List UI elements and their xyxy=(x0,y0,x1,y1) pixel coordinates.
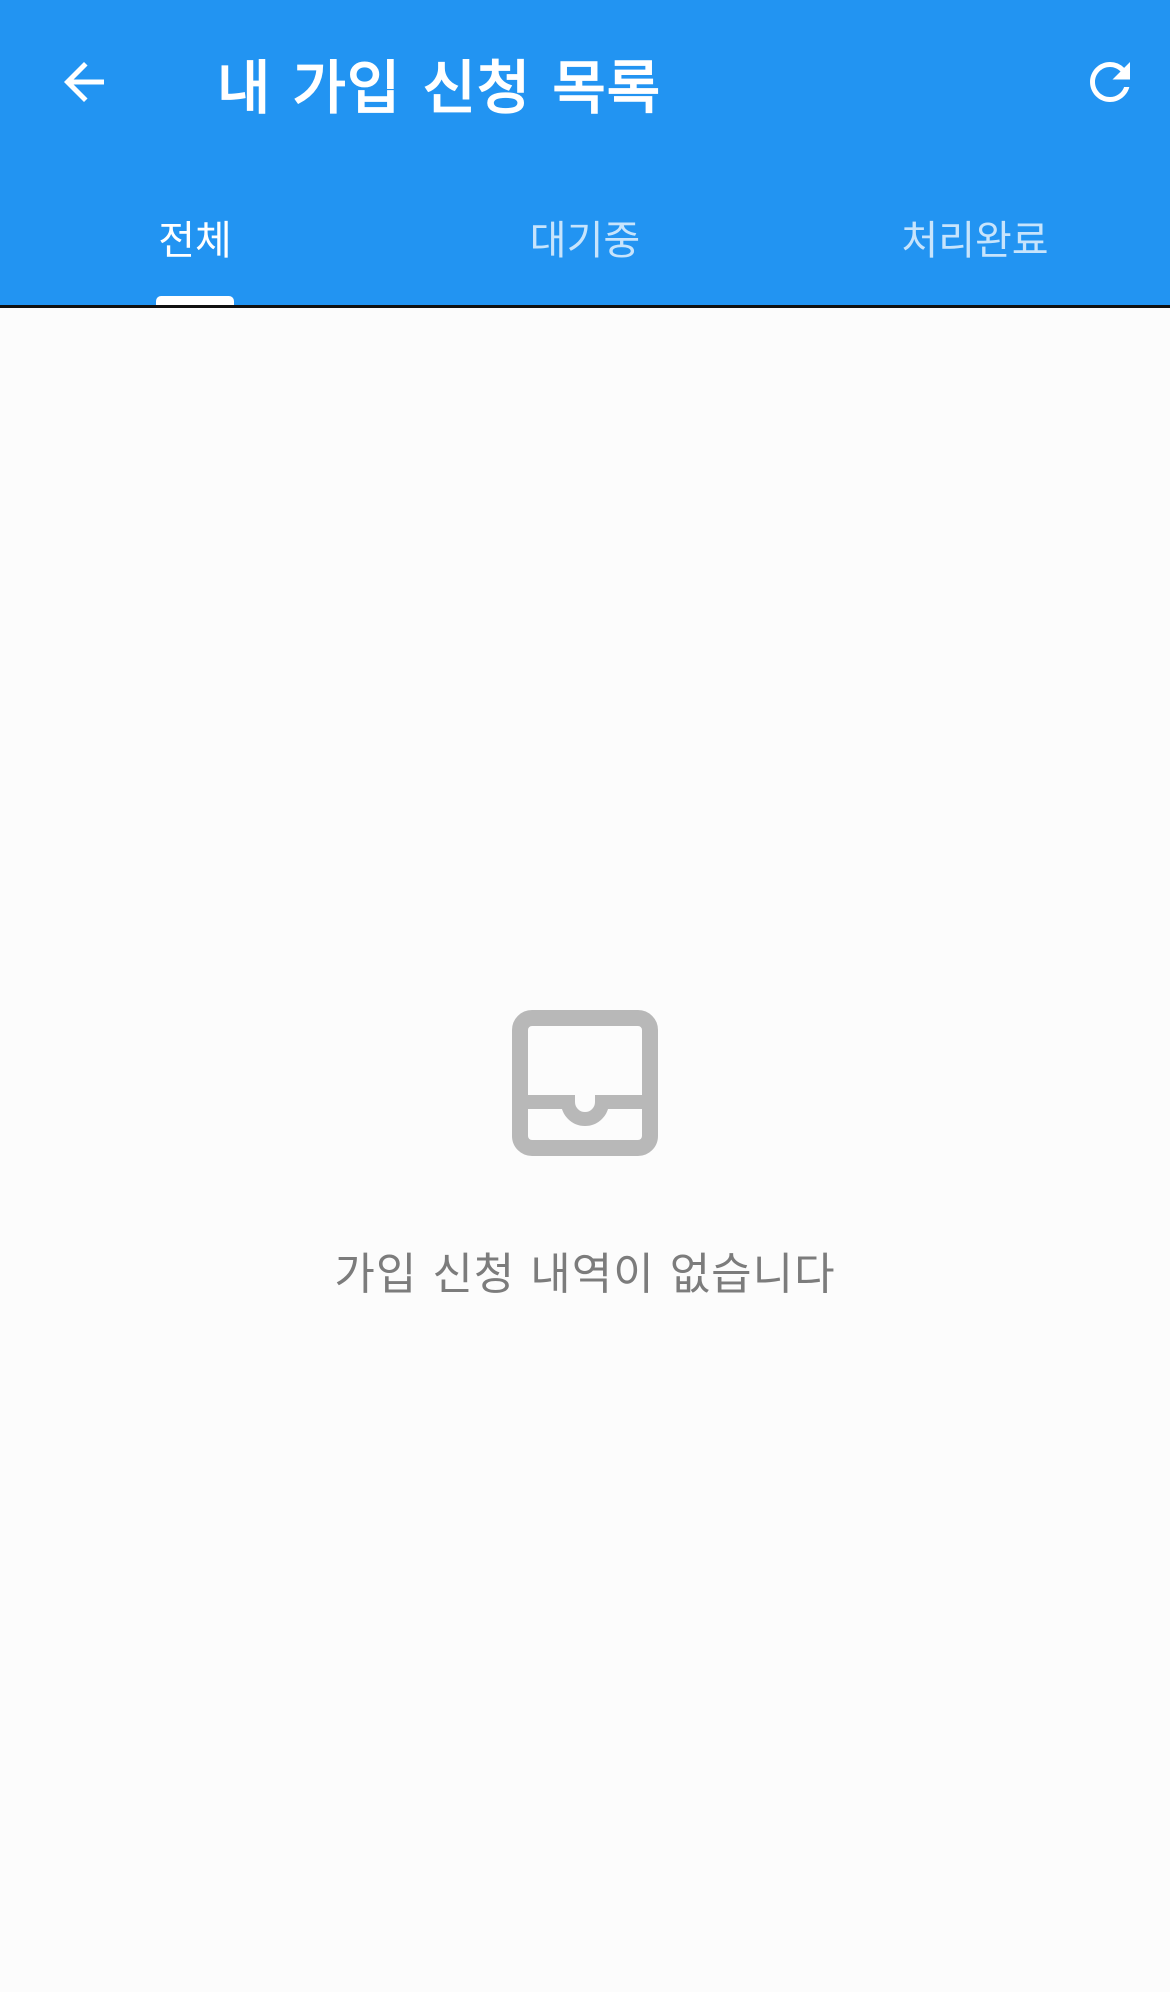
tab-label: 처리완료 xyxy=(901,218,1049,264)
tab-label: 전체 xyxy=(158,218,232,264)
inbox-icon xyxy=(512,1010,658,1156)
tab-completed[interactable]: 처리완료 xyxy=(780,180,1170,305)
empty-state: 가입 신청 내역이 없습니다 xyxy=(0,1010,1170,1302)
tab-all[interactable]: 전체 xyxy=(0,180,390,305)
refresh-icon xyxy=(1090,62,1130,102)
page-title: 내 가입 신청 목록 xyxy=(217,54,662,122)
tab-bar: 전체 대기중 처리완료 xyxy=(0,180,1170,305)
refresh-button[interactable] xyxy=(1070,42,1150,122)
app-bar: 내 가입 신청 목록 전체 대기중 처리완료 xyxy=(0,0,1170,308)
arrow-left-icon xyxy=(64,62,104,102)
empty-message: 가입 신청 내역이 없습니다 xyxy=(334,1249,836,1300)
app-screen: 내 가입 신청 목록 전체 대기중 처리완료 가입 신청 내역이 없습니다 xyxy=(0,0,1170,1992)
tab-pending[interactable]: 대기중 xyxy=(390,180,780,305)
back-button[interactable] xyxy=(44,42,124,122)
active-tab-indicator xyxy=(156,296,234,305)
tab-label: 대기중 xyxy=(529,218,641,264)
